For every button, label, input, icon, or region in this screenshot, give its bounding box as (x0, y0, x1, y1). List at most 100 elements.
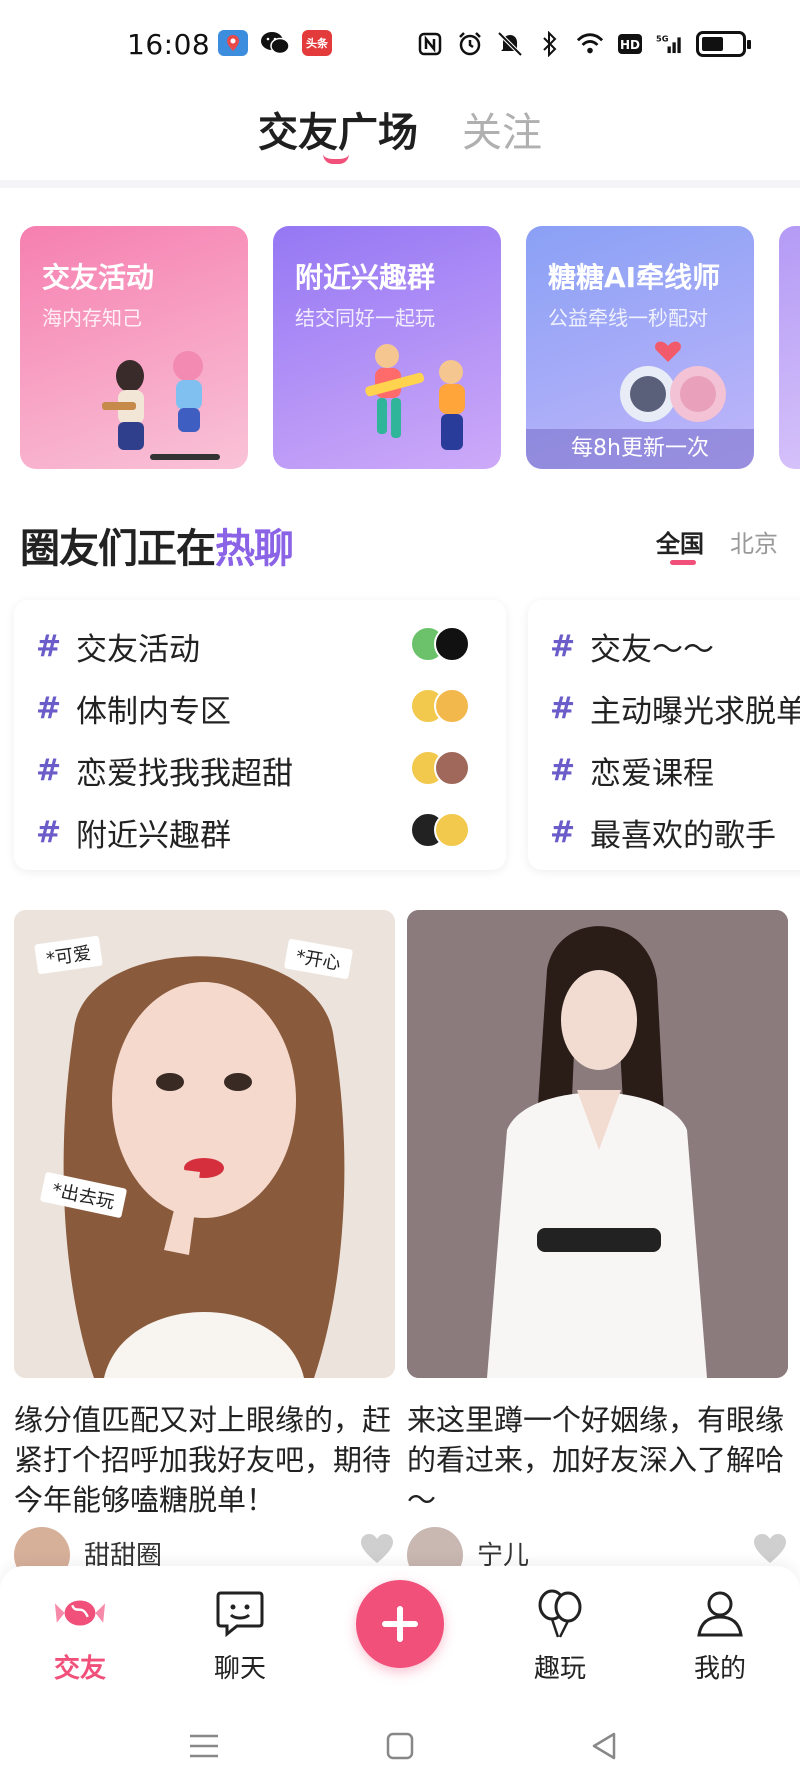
feature-card-events[interactable]: 交友活动 海内存知己 (20, 226, 248, 469)
post-photo[interactable] (407, 910, 788, 1378)
battery-level (702, 37, 723, 51)
heart-icon[interactable] (752, 1533, 788, 1565)
nav-item-me[interactable]: 我的 (670, 1586, 770, 1685)
tab-following[interactable]: 关注 (462, 100, 542, 158)
signal-5g-icon: 5G (656, 30, 684, 58)
topic-label: 附近兴趣群 (76, 817, 231, 854)
nav-item-dating[interactable]: 交友 (30, 1586, 130, 1685)
topic-avatar-stack (410, 750, 470, 786)
balloons-icon (533, 1586, 587, 1640)
hashtag-icon: # (550, 752, 576, 788)
topic-label: 交友～～ (590, 631, 714, 668)
status-app-icons: 头条 (218, 30, 332, 56)
toutiao-icon: 头条 (302, 30, 332, 56)
bottom-nav: 交友 聊天 趣玩 我的 (0, 1566, 800, 1706)
post-text: 缘分值匹配又对上眼缘的，赶紧打个招呼加我好友吧，期待今年能够嗑糖脱单！ (14, 1403, 392, 1517)
topic-label: 体制内专区 (76, 693, 231, 730)
topic-avatar-stack (410, 626, 470, 662)
feature-card-partial[interactable] (779, 226, 800, 469)
hashtag-icon: # (36, 752, 62, 788)
svg-text:HD: HD (620, 38, 640, 52)
region-active-indicator (670, 560, 696, 565)
portrait-illustration (407, 910, 788, 1378)
topic-item[interactable]: # 恋爱找我我超甜 (36, 750, 293, 792)
hashtag-icon: # (550, 690, 576, 726)
hashtag-icon: # (36, 690, 62, 726)
topic-avatar-stack (410, 812, 470, 848)
avatar (434, 750, 470, 786)
hashtag-icon: # (550, 628, 576, 664)
topic-label: 恋爱课程 (590, 755, 714, 792)
feature-card-title: 附近兴趣群 (295, 261, 436, 294)
topic-label: 主动曝光求脱单 (590, 693, 800, 730)
region-tab-beijing[interactable]: 北京 (730, 524, 778, 559)
alarm-icon (456, 30, 484, 58)
nav-label: 聊天 (213, 1654, 266, 1684)
topic-item[interactable]: # 恋爱课程 (550, 750, 714, 792)
topic-card: # 交友～～ # 主动曝光求脱单 # 恋爱课程 # 最喜欢的歌手 (528, 600, 800, 870)
nav-item-fun[interactable]: 趣玩 (510, 1586, 610, 1685)
tab-active-indicator (323, 154, 349, 164)
feature-card-footer: 每8h更新一次 (526, 429, 754, 469)
back-icon[interactable] (586, 1728, 622, 1764)
hashtag-icon: # (36, 628, 62, 664)
feature-card-ai-matchmaker[interactable]: 糖糖AI牵线师 公益牵线一秒配对 每8h更新一次 (526, 226, 754, 469)
hot-title-highlight: 热聊 (215, 526, 294, 572)
topic-item[interactable]: # 最喜欢的歌手 (550, 812, 776, 854)
candy-icon (53, 1586, 107, 1640)
post-text: 来这里蹲一个好姻缘，有眼缘的看过来，加好友深入了解哈～ (407, 1403, 785, 1517)
create-post-button[interactable] (356, 1580, 444, 1668)
plus-icon (382, 1606, 418, 1642)
nav-item-chat[interactable]: 聊天 (190, 1586, 290, 1685)
wifi-icon (576, 30, 604, 58)
topic-item[interactable]: # 附近兴趣群 (36, 812, 231, 854)
chat-bubble-icon (213, 1586, 267, 1640)
tab-dating-square[interactable]: 交友广场 (258, 100, 418, 158)
post-card[interactable]: 来这里蹲一个好姻缘，有眼缘的看过来，加好友深入了解哈～ 宁儿 (407, 910, 788, 1583)
post-card[interactable]: *可爱 *开心 *出去玩 缘分值匹配又对上眼缘的，赶紧打个招呼加我好友吧，期待今… (14, 910, 395, 1583)
wechat-icon (260, 30, 290, 56)
topic-card: # 交友活动 # 体制内专区 # 恋爱找我我超甜 # 附近兴趣群 (14, 600, 506, 870)
region-tab-nationwide[interactable]: 全国 (656, 524, 704, 565)
nfc-icon (416, 30, 444, 58)
feature-card-title: 交友活动 (42, 261, 155, 294)
profile-icon (693, 1586, 747, 1640)
battery-icon (696, 31, 751, 57)
app-screen: { "status_bar": { "time": "16:08", "apps… (0, 0, 800, 1787)
topic-item[interactable]: # 交友～～ (550, 626, 714, 668)
nav-label: 我的 (693, 1654, 746, 1684)
topic-avatar-stack (410, 688, 470, 724)
hashtag-icon: # (550, 814, 576, 850)
heart-icon[interactable] (359, 1533, 395, 1565)
avatar (434, 812, 470, 848)
topic-item[interactable]: # 主动曝光求脱单 (550, 688, 800, 730)
feature-card-nearby-groups[interactable]: 附近兴趣群 结交同好一起玩 (273, 226, 501, 469)
portrait-illustration (14, 910, 395, 1378)
avatar (434, 626, 470, 662)
map-app-icon (218, 30, 248, 56)
post-photo[interactable]: *可爱 *开心 *出去玩 (14, 910, 395, 1378)
mute-icon (496, 30, 524, 58)
topic-label: 最喜欢的歌手 (590, 817, 776, 854)
astronaut-couple-illustration (620, 341, 726, 422)
feature-card-subtitle: 公益牵线一秒配对 (548, 306, 708, 330)
feature-card-title: 糖糖AI牵线师 (548, 261, 721, 294)
bluetooth-icon (536, 30, 564, 58)
menu-icon[interactable] (186, 1728, 222, 1764)
status-system-icons: HD 5G (416, 30, 751, 58)
topic-item[interactable]: # 体制内专区 (36, 688, 231, 730)
hot-title-plain: 圈友们正在 (20, 526, 216, 572)
hashtag-icon: # (36, 814, 62, 850)
system-nav-bar (0, 1706, 800, 1787)
nav-label: 交友 (53, 1654, 106, 1684)
topic-item[interactable]: # 交友活动 (36, 626, 200, 668)
home-icon[interactable] (382, 1728, 418, 1764)
avatar (434, 688, 470, 724)
band-illustration (365, 344, 465, 450)
hd-icon: HD (616, 30, 644, 58)
hot-topics-title: 圈友们正在热聊 (20, 516, 294, 574)
status-bar: 16:08 头条 HD 5G (0, 0, 800, 96)
section-divider (0, 180, 800, 188)
top-tabs: 交友广场 关注 (0, 96, 800, 176)
status-time: 16:08 (127, 28, 211, 61)
